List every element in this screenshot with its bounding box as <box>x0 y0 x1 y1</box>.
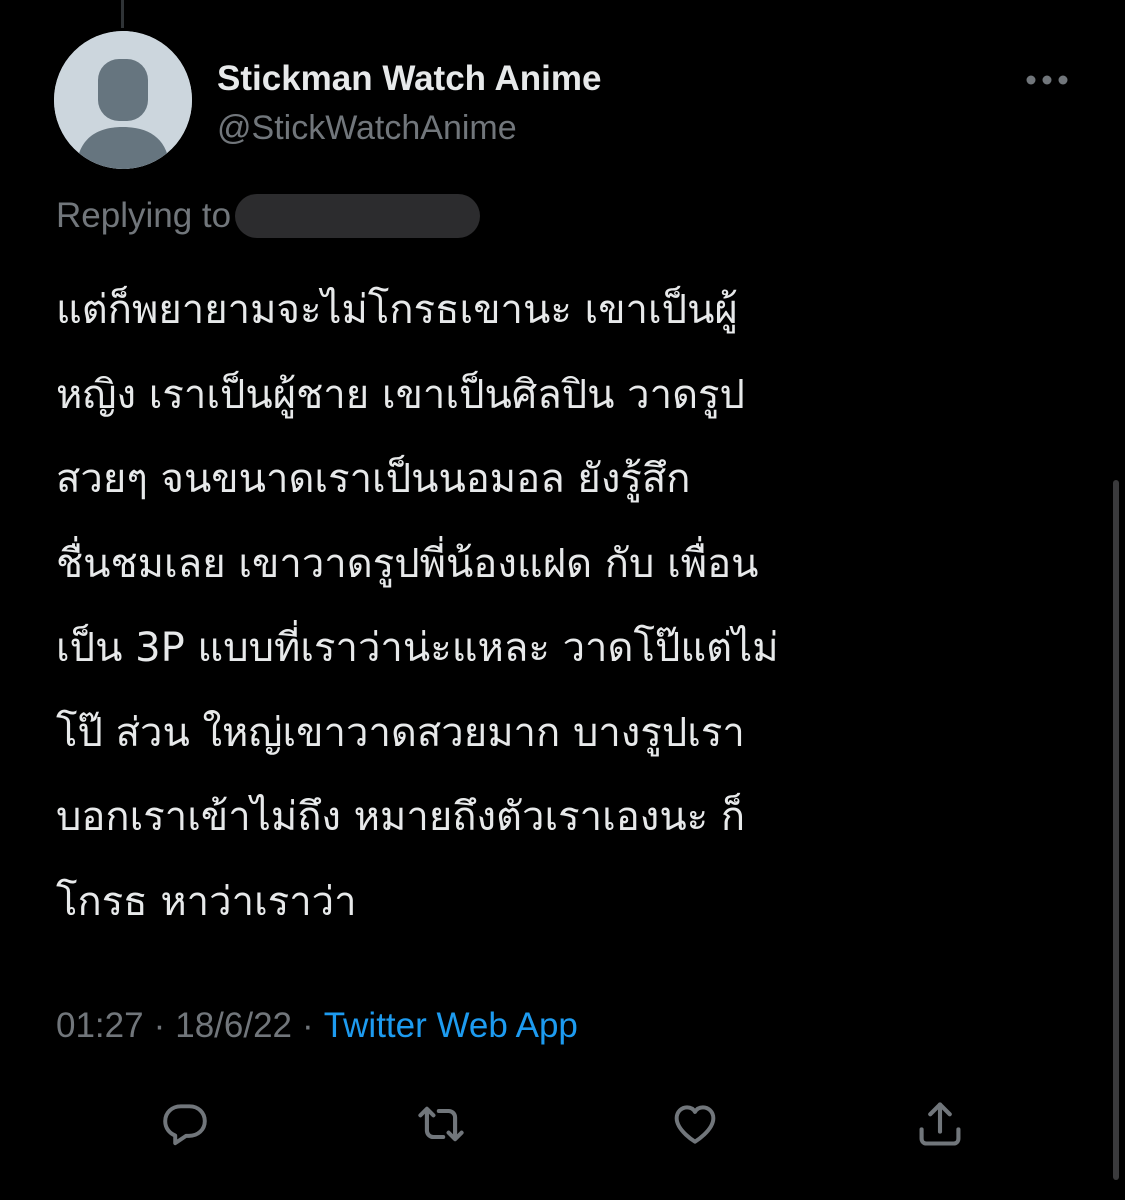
tweet-text: แต่ก็พยายามจะไม่โกรธเขานะ เขาเป็นผู้ หญิ… <box>56 268 1066 944</box>
more-horizontal-icon <box>1026 75 1068 85</box>
reply-button[interactable] <box>155 1094 215 1154</box>
like-icon <box>674 1105 716 1144</box>
tweet-text-line: แต่ก็พยายามจะไม่โกรธเขานะ เขาเป็นผู้ <box>56 287 738 333</box>
tweet-date[interactable]: 18/6/22 <box>175 1006 292 1046</box>
tweet-text-line: สวยๆ จนขนาดเราเป็นนอมอล ยังรู้สึก <box>56 456 691 502</box>
retweet-button[interactable] <box>411 1094 471 1154</box>
share-icon <box>919 1102 961 1146</box>
author-display-name[interactable]: Stickman Watch Anime <box>217 56 601 102</box>
tweet-metadata: 01:27 · 18/6/22 · Twitter Web App <box>56 1002 578 1050</box>
tweet-time[interactable]: 01:27 <box>56 1006 144 1046</box>
replying-to-label: Replying to <box>56 196 232 235</box>
like-button[interactable] <box>665 1094 725 1154</box>
author-handle[interactable]: @StickWatchAnime <box>217 106 517 150</box>
tweet-text-line: บอกเราเข้าไม่ถึง หมายถึงตัวเราเองนะ ก็ <box>56 794 746 840</box>
avatar[interactable] <box>54 31 192 169</box>
metadata-separator: · <box>153 1006 166 1045</box>
tweet-text-line: หญิง เราเป็นผู้ชาย เขาเป็นศิลปิน วาดรูป <box>56 371 745 418</box>
default-avatar-icon <box>54 31 192 169</box>
tweet-text-line: โป๊ ส่วน ใหญ่เขาวาดสวยมาก บางรูปเรา <box>56 709 745 756</box>
reply-icon <box>163 1104 207 1146</box>
tweet-source-link[interactable]: Twitter Web App <box>324 1006 578 1046</box>
more-options-button[interactable] <box>1023 62 1071 98</box>
thread-connector-line <box>121 0 124 28</box>
replying-to-row: Replying to <box>56 191 481 241</box>
retweet-icon <box>418 1106 464 1142</box>
tweet-text-line: ชื่นชมเลย เขาวาดรูปพี่น้องแฝด กับ เพื่อน <box>56 540 759 587</box>
metadata-separator: · <box>302 1006 314 1045</box>
redacted-mention[interactable] <box>235 194 481 238</box>
tweet-text-line: โกรธ หาว่าเราว่า <box>56 878 357 925</box>
tweet-text-line: เป็น 3P แบบที่เราว่าน่ะแหละ วาดโป๊แต่ไม่ <box>56 625 779 671</box>
share-button[interactable] <box>910 1094 970 1154</box>
scrollbar[interactable] <box>1113 480 1119 1180</box>
